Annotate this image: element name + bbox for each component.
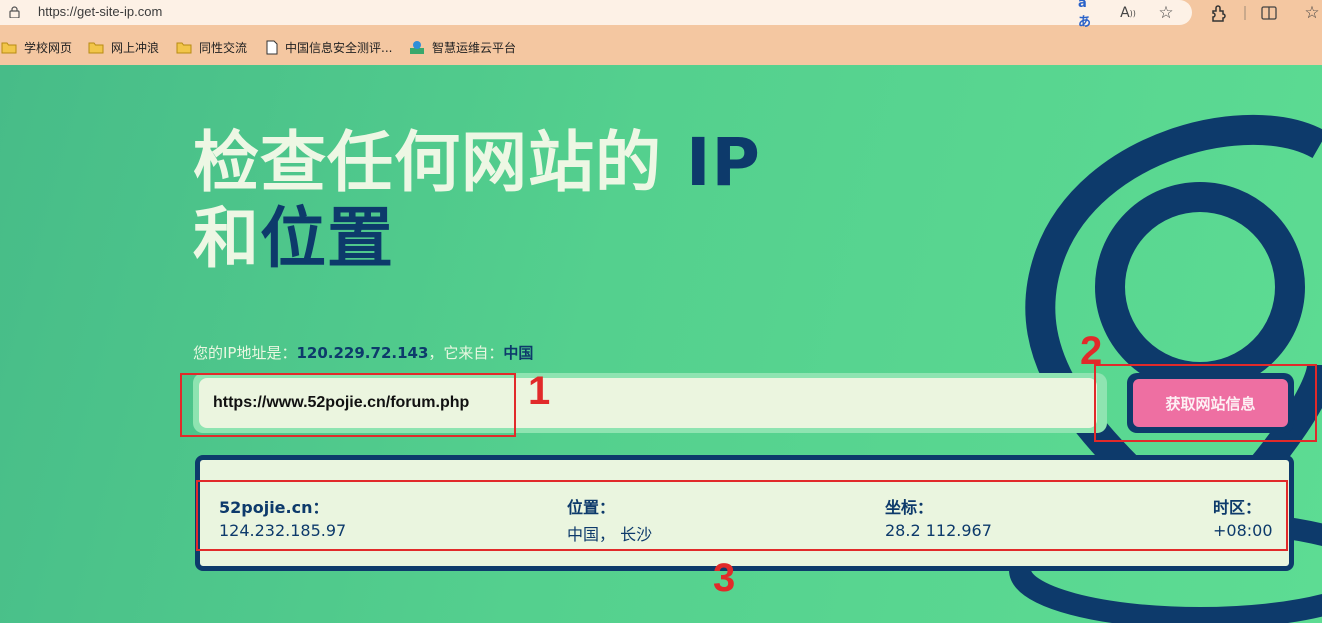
page-icon	[266, 40, 278, 54]
folder-icon	[1, 42, 17, 53]
split-screen-icon[interactable]	[1260, 3, 1278, 23]
address-url[interactable]: https://get-site-ip.com	[38, 4, 162, 19]
annotation-box-2	[1094, 364, 1317, 442]
bookmark-label: 智慧运维云平台	[432, 40, 517, 55]
bookmark-item[interactable]: 同性交流	[176, 38, 247, 56]
address-bar[interactable]: https://get-site-ip.com aあ A)) ☆	[0, 0, 1192, 30]
your-country: 中国	[503, 344, 534, 362]
annotation-label-2: 2	[1080, 329, 1103, 373]
favorite-icon[interactable]: ☆	[1156, 3, 1176, 23]
browser-toolbar: https://get-site-ip.com aあ A)) ☆ ☆	[0, 0, 1322, 30]
lock-icon[interactable]	[9, 6, 20, 18]
title-and-text: 和	[193, 200, 260, 277]
extensions-icon[interactable]	[1209, 3, 1229, 23]
title-check-text: 检查任何网站的	[193, 124, 662, 201]
page-title: 检查任何网站的 IP 和位置	[193, 125, 761, 277]
translate-icon[interactable]: aあ	[1078, 0, 1098, 30]
title-line-2: 和位置	[193, 201, 761, 277]
bookmark-label: 网上冲浪	[111, 40, 160, 55]
bookmark-item[interactable]: 网上冲浪	[88, 38, 159, 56]
annotation-box-1	[180, 373, 516, 437]
bookmark-item[interactable]: 智慧运维云平台	[409, 38, 516, 56]
toolbar-divider	[1244, 6, 1246, 20]
your-ip-line: 您的IP地址是：120.229.72.143，它来自：中国	[193, 342, 533, 363]
title-ip-text: IP	[685, 124, 761, 201]
title-location-text: 位置	[260, 200, 394, 277]
folder-icon	[88, 42, 104, 53]
favorites-icon[interactable]: ☆	[1302, 3, 1322, 23]
read-aloud-icon[interactable]: A))	[1118, 3, 1138, 23]
site-icon	[410, 41, 424, 54]
annotation-label-1: 1	[528, 369, 551, 413]
ip-prefix: 您的IP地址是：	[193, 344, 297, 362]
bookmark-item[interactable]: 学校网页	[1, 38, 72, 56]
bookmark-label: 同性交流	[199, 40, 248, 55]
from-prefix: ，它来自：	[428, 344, 504, 362]
annotation-label-3: 3	[713, 556, 736, 600]
bookmark-label: 中国信息安全测评...	[285, 40, 393, 55]
your-ip-value: 120.229.72.143	[296, 344, 429, 362]
bookmark-item[interactable]: 中国信息安全测评...	[266, 38, 392, 56]
title-line-1: 检查任何网站的 IP	[193, 125, 761, 201]
bookmark-label: 学校网页	[24, 40, 73, 55]
folder-icon	[176, 42, 192, 53]
annotation-box-3	[196, 480, 1288, 551]
